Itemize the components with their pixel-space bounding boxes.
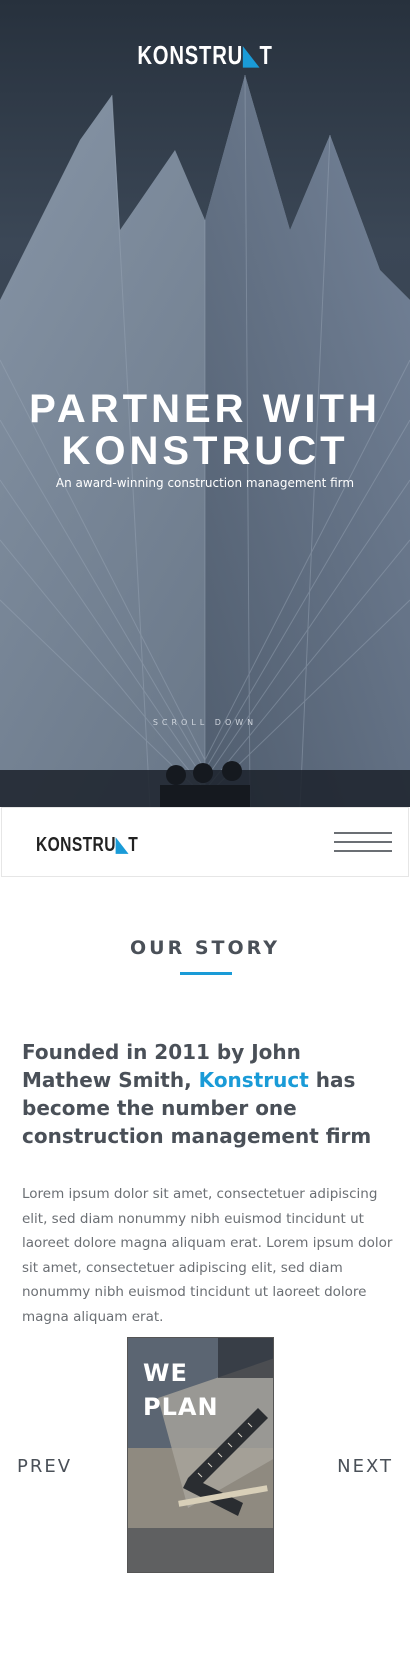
hero-logo-text: KONSTRU xyxy=(137,40,244,70)
story-body: Lorem ipsum dolor sit amet, consectetuer… xyxy=(22,1186,393,1325)
navbar: KONSTRU◣T xyxy=(1,807,409,877)
hero-title: PARTNER WITH KONSTRUCT xyxy=(0,388,410,472)
hero-title-line2: KONSTRUCT xyxy=(61,429,349,473)
hero-logo-end: T xyxy=(259,40,273,70)
section-title: OUR STORY xyxy=(130,937,280,959)
menu-bar-3 xyxy=(334,850,392,852)
hero-subtitle: An award-winning construction management… xyxy=(55,476,355,490)
slide-title-line2: PLAN xyxy=(143,1393,219,1421)
hero-section: KONSTRU◣T PARTNER WITH KONSTRUCT An awar… xyxy=(0,0,410,807)
slider-next-button[interactable]: NEXT xyxy=(337,1456,393,1477)
slide-title: WE PLAN xyxy=(143,1356,219,1424)
hero-logo-accent: ◣ xyxy=(243,40,260,70)
navbar-logo-text: KONSTRU xyxy=(36,834,116,856)
slide-title-line1: WE xyxy=(143,1359,188,1387)
title-underline xyxy=(180,972,232,975)
slide-card[interactable]: WE PLAN xyxy=(127,1337,274,1573)
menu-bar-1 xyxy=(334,832,392,834)
story-heading-brand: Konstruct xyxy=(198,1068,309,1092)
navbar-logo-end: T xyxy=(128,834,139,856)
slider-prev-button[interactable]: PREV xyxy=(17,1456,72,1477)
scroll-down-link[interactable]: SCROLL DOWN xyxy=(0,718,410,727)
navbar-logo[interactable]: KONSTRU◣T xyxy=(36,832,138,857)
hero-title-line1: PARTNER WITH xyxy=(29,387,381,431)
menu-bar-2 xyxy=(334,841,392,843)
hero-logo[interactable]: KONSTRU◣T xyxy=(45,40,365,71)
navbar-logo-accent: ◣ xyxy=(115,834,129,856)
story-heading: Founded in 2011 by John Mathew Smith, Ko… xyxy=(22,1038,392,1150)
hamburger-menu-icon[interactable] xyxy=(334,830,392,854)
